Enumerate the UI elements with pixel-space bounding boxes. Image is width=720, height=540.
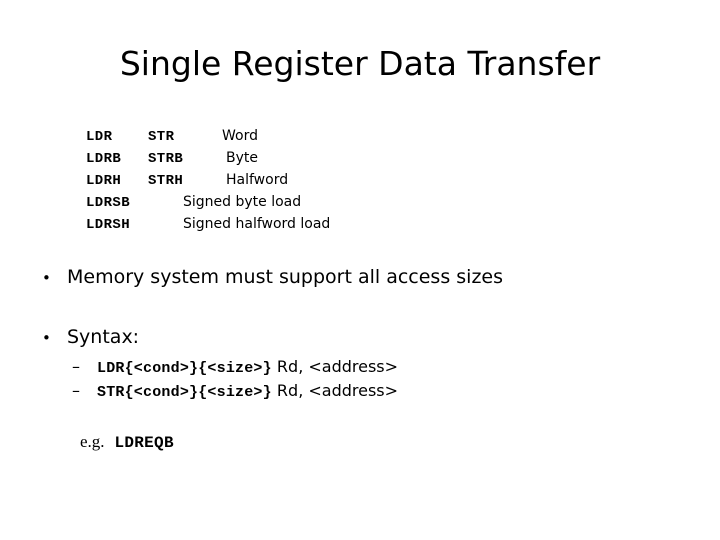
instruction-table: LDR STR Word LDRB STRB Byte LDRH STRH Ha… bbox=[86, 126, 546, 236]
size-description: Signed halfword load bbox=[183, 216, 331, 232]
dash-marker-icon: – bbox=[72, 381, 80, 400]
str-syntax-code: STR{<cond>}{<size>} bbox=[97, 384, 272, 401]
load-mnemonic: LDRSH bbox=[86, 217, 131, 233]
bullet-text: Memory system must support all access si… bbox=[67, 266, 504, 288]
size-description: Halfword bbox=[226, 172, 289, 188]
str-syntax-operands: Rd, <address> bbox=[271, 381, 399, 400]
store-mnemonic: STR bbox=[148, 129, 175, 145]
sub-bullet-item-str-syntax: – STR{<cond>}{<size>} Rd, <address> bbox=[72, 379, 672, 404]
table-row: LDRSB Signed byte load bbox=[86, 192, 546, 214]
table-row: LDRH STRH Halfword bbox=[86, 170, 546, 192]
store-mnemonic: STRB bbox=[148, 151, 184, 167]
load-mnemonic: LDRH bbox=[86, 173, 122, 189]
table-row: LDRSH Signed halfword load bbox=[86, 214, 546, 236]
table-row: LDRB STRB Byte bbox=[86, 148, 546, 170]
page-title: Single Register Data Transfer bbox=[119, 44, 601, 83]
load-mnemonic: LDRB bbox=[86, 151, 122, 167]
size-description: Byte bbox=[226, 150, 258, 166]
store-mnemonic: STRH bbox=[148, 173, 184, 189]
size-description: Signed byte load bbox=[183, 194, 302, 210]
bullet-text: Syntax: bbox=[67, 326, 140, 348]
slide-canvas: Single Register Data Transfer LDR STR Wo… bbox=[0, 0, 720, 540]
size-description: Word bbox=[222, 128, 258, 144]
table-row: LDR STR Word bbox=[86, 126, 546, 148]
bullet-item-syntax: • Syntax: bbox=[42, 325, 682, 350]
example-code: LDREQB bbox=[104, 434, 174, 452]
load-mnemonic: LDRSB bbox=[86, 195, 131, 211]
example-line: e.g. LDREQB bbox=[80, 432, 174, 452]
ldr-syntax-operands: Rd, <address> bbox=[271, 357, 399, 376]
bullet-marker-icon: • bbox=[42, 329, 51, 347]
bullet-item-memory-system: • Memory system must support all access s… bbox=[42, 265, 682, 290]
sub-bullet-item-ldr-syntax: – LDR{<cond>}{<size>} Rd, <address> bbox=[72, 355, 672, 380]
example-label: e.g. bbox=[80, 432, 105, 451]
load-mnemonic: LDR bbox=[86, 129, 113, 145]
ldr-syntax-code: LDR{<cond>}{<size>} bbox=[97, 360, 272, 377]
dash-marker-icon: – bbox=[72, 357, 80, 376]
bullet-marker-icon: • bbox=[42, 269, 51, 287]
